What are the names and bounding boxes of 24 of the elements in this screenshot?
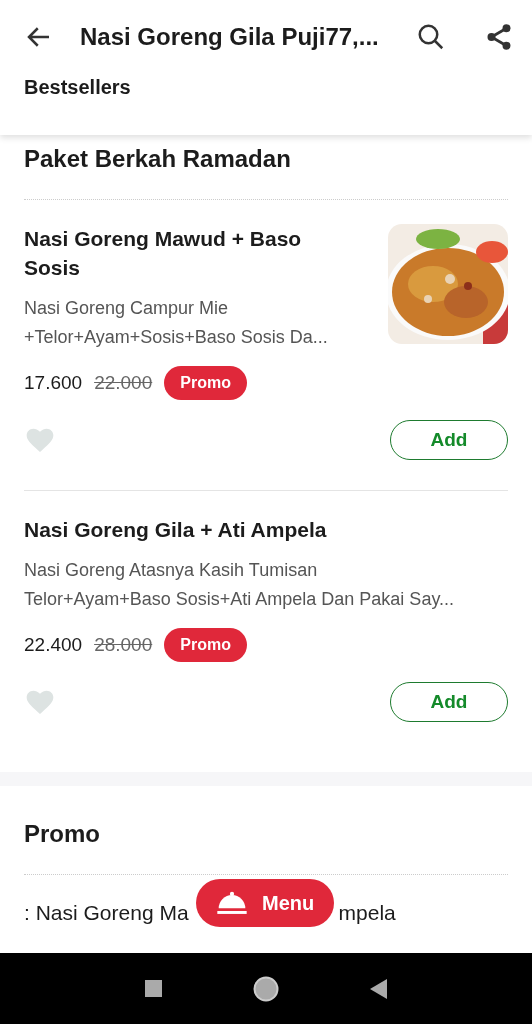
add-button[interactable]: Add [390,682,508,722]
item-name: mpela [338,901,396,925]
old-price: 28.000 [94,634,153,656]
promo-badge: Promo [164,366,247,400]
home-icon[interactable] [251,974,280,1003]
section-title: Paket Berkah Ramadan [24,135,508,200]
menu-button[interactable]: Menu [196,879,335,927]
item-name: Nasi Goreng Mawud + Baso Sosis [24,226,303,281]
page-title: Nasi Goreng Gila Puji77,... [80,23,380,51]
item-name: : Nasi Goreng Ma [24,901,189,925]
cloche-icon [216,891,248,915]
search-icon[interactable] [416,22,446,52]
item-name: Nasi Goreng Gila + Ati Ampela [24,517,328,543]
add-button[interactable]: Add [390,420,508,460]
recent-apps-icon[interactable] [144,980,162,997]
item-description: Nasi Goreng Campur Mie +Telor+Ayam+Sosis+Baso Sosis Da... [24,297,329,349]
promo-badge: Promo [164,628,247,662]
old-price: 22.000 [94,372,153,394]
section-title: Promo [24,810,508,875]
item-description: Nasi Goreng Atasnya Kasih Tumisan Telor+Ayam+Baso Sosis+Ati Ampela Dan Pakai Say... [24,559,456,611]
item-price: 17.600 [24,372,83,394]
category-tab[interactable]: Bestsellers [0,52,131,99]
item-price: 22.400 [24,634,83,656]
back-icon[interactable] [369,978,388,999]
